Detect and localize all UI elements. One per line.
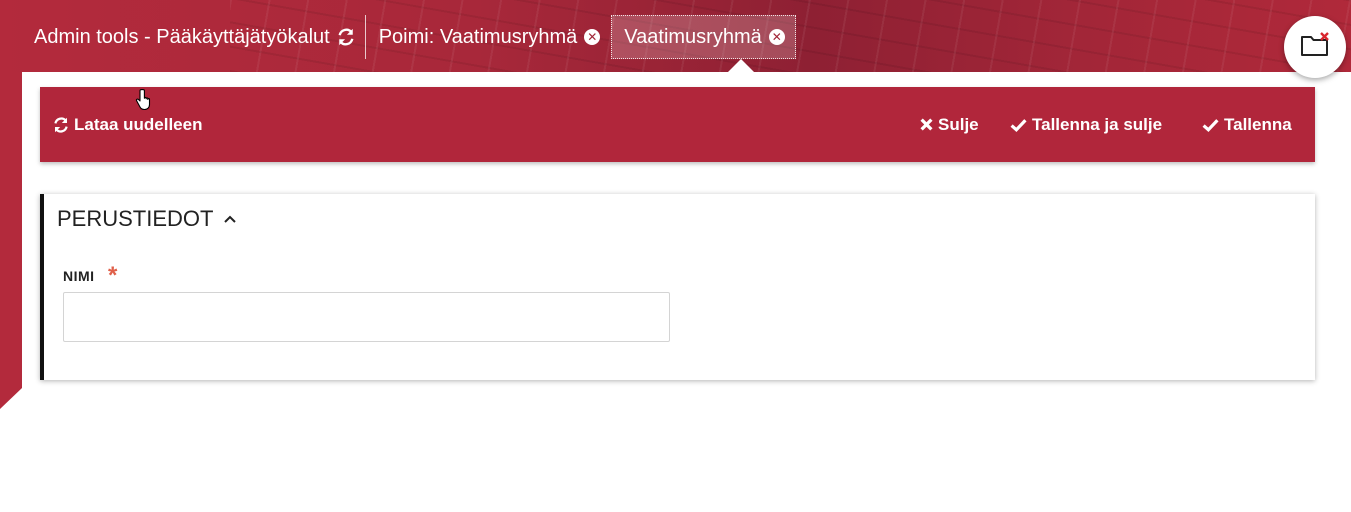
tab-admin-tools[interactable]: Admin tools - Pääkäyttäjätyökalut xyxy=(22,15,366,59)
refresh-icon xyxy=(53,116,69,133)
tab-vaatimusryhma[interactable]: Vaatimusryhmä ✕ xyxy=(611,15,796,59)
required-indicator: * xyxy=(108,262,118,289)
save-and-close-label: Tallenna ja sulje xyxy=(1032,114,1163,134)
side-accent xyxy=(0,72,22,409)
reload-button[interactable]: Lataa uudelleen xyxy=(53,87,202,162)
name-field-label: NIMI xyxy=(63,268,95,284)
close-circle-icon[interactable]: ✕ xyxy=(768,29,785,45)
name-input[interactable] xyxy=(63,292,670,342)
chevron-up-icon xyxy=(223,214,237,224)
folder-close-icon xyxy=(1300,31,1330,63)
save-label: Tallenna xyxy=(1224,114,1292,134)
check-icon xyxy=(1202,118,1219,132)
tab-poimi-vaatimusryhma[interactable]: Poimi: Vaatimusryhmä ✕ xyxy=(366,15,611,59)
tab-label: Admin tools - Pääkäyttäjätyökalut xyxy=(34,25,330,48)
refresh-icon[interactable] xyxy=(337,28,355,46)
action-toolbar: Lataa uudelleen Sulje Tallenna ja sulje … xyxy=(40,87,1315,162)
folder-close-button[interactable] xyxy=(1284,16,1346,78)
section-header[interactable]: PERUSTIEDOT xyxy=(57,204,237,234)
tab-label: Vaatimusryhmä xyxy=(624,25,762,48)
close-button[interactable]: Sulje xyxy=(920,87,979,162)
basic-info-section: PERUSTIEDOT NIMI * xyxy=(40,194,1315,380)
active-tab-pointer xyxy=(728,59,754,72)
close-circle-icon[interactable]: ✕ xyxy=(584,29,601,45)
mouse-pointer-icon xyxy=(135,89,151,116)
tab-label: Poimi: Vaatimusryhmä xyxy=(378,25,578,48)
check-icon xyxy=(1010,118,1027,132)
tab-bar: Admin tools - Pääkäyttäjätyökalut Poimi:… xyxy=(22,14,796,60)
close-icon xyxy=(920,118,933,131)
reload-label: Lataa uudelleen xyxy=(74,114,203,134)
save-button[interactable]: Tallenna xyxy=(1202,87,1292,162)
section-title: PERUSTIEDOT xyxy=(57,206,214,231)
close-label: Sulje xyxy=(938,114,979,134)
save-and-close-button[interactable]: Tallenna ja sulje xyxy=(1010,87,1162,162)
